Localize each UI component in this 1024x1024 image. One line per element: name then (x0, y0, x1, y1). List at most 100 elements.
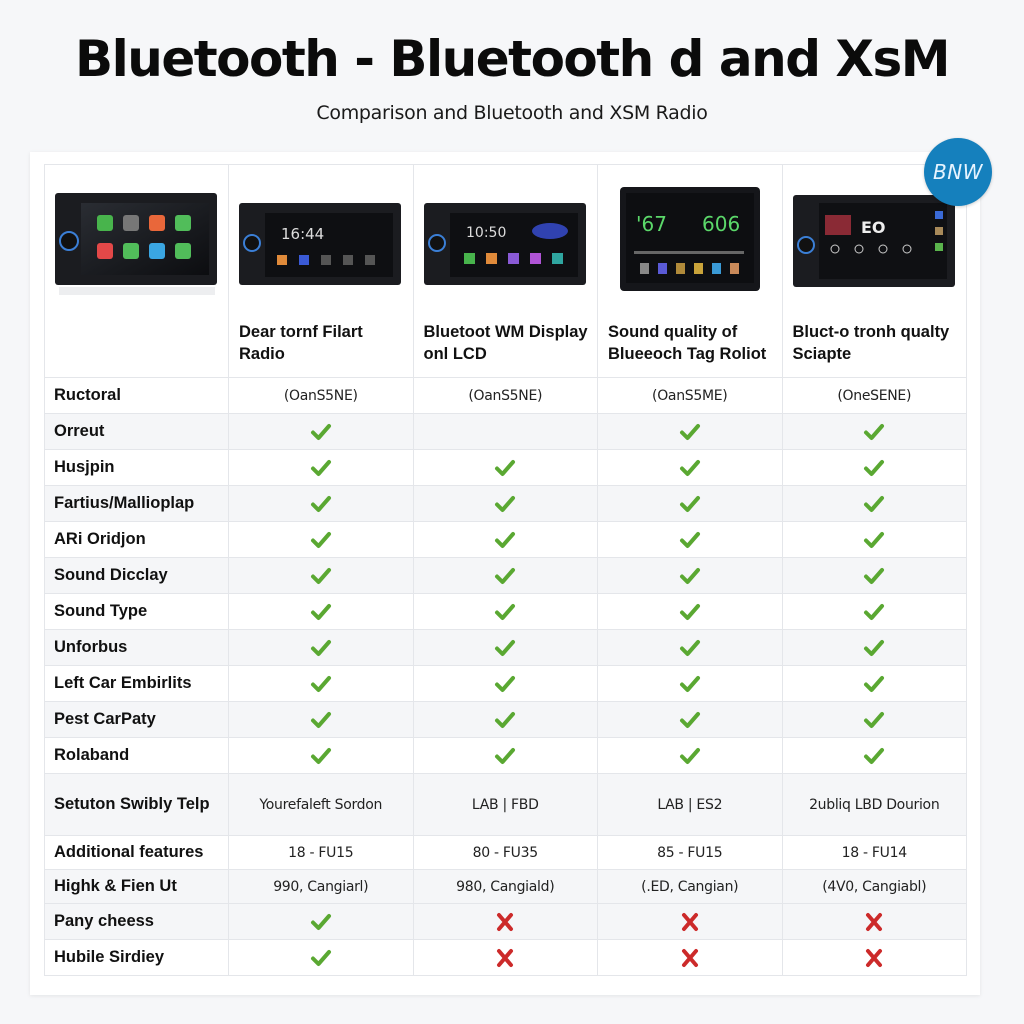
check-icon (495, 603, 516, 620)
comparison-card: 16:44 Dear tornf Filart Radio 10:50 Blue… (30, 152, 980, 995)
cell-check (228, 413, 414, 450)
feature-label: Sound Dicclay (44, 557, 229, 594)
cell-check (412, 449, 598, 486)
product-column-0 (44, 164, 229, 378)
cell-check (781, 665, 967, 702)
product-name: Bluetoot WM Display onl LCD (423, 323, 588, 363)
table-row: Additional features 18 - FU15 80 - FU35 85 … (44, 835, 967, 870)
cell-check (228, 939, 414, 976)
cell-check (597, 557, 783, 594)
check-icon (864, 567, 885, 584)
cell-value: (OneSENE) (781, 377, 967, 414)
cell-value: 2ubliq LBD Dourion (781, 773, 967, 836)
cross-icon (681, 948, 698, 967)
cell-cross (597, 903, 783, 940)
svg-text:'67: '67 (636, 212, 667, 236)
check-icon (864, 495, 885, 512)
table-row: Pany cheess (44, 903, 967, 940)
cell-check (228, 557, 414, 594)
cell-check (228, 485, 414, 522)
check-icon (864, 603, 885, 620)
feature-label: Rolaband (44, 737, 229, 774)
table-row: Hubile Sirdiey (44, 939, 967, 976)
check-icon (864, 531, 885, 548)
cell-check (781, 485, 967, 522)
cell-value: 80 - FU35 (412, 835, 598, 870)
cell-check (412, 629, 598, 666)
table-row: Left Car Embirlits (44, 665, 967, 702)
product-column-3: '67 606 Sound quality of Blueeoch Tag Ro… (597, 164, 783, 378)
cell-check (597, 521, 783, 558)
cell-check (228, 521, 414, 558)
cell-value: 18 - FU14 (781, 835, 967, 870)
check-icon (679, 603, 700, 620)
cell-check (412, 737, 598, 774)
feature-label: ARi Oridjon (44, 521, 229, 558)
cross-icon (866, 912, 883, 931)
svg-text:606: 606 (702, 212, 740, 236)
cell-cross (412, 939, 598, 976)
check-icon (310, 531, 331, 548)
feature-label: Hubile Sirdiey (44, 939, 229, 976)
cell-check (412, 485, 598, 522)
check-icon (679, 711, 700, 728)
feature-label: Pest CarPaty (44, 701, 229, 738)
feature-label: Husjpin (44, 449, 229, 486)
check-icon (495, 639, 516, 656)
cell-value: (OanS5NE) (228, 377, 414, 414)
cell-check (781, 521, 967, 558)
cell-value: (4V0, Cangiabl) (781, 869, 967, 904)
cell-value: 85 - FU15 (597, 835, 783, 870)
cell-check (781, 737, 967, 774)
cell-check (412, 701, 598, 738)
check-icon (864, 675, 885, 692)
check-icon (310, 567, 331, 584)
cell-check (781, 629, 967, 666)
cell-check (228, 629, 414, 666)
cross-icon (866, 948, 883, 967)
cell-check (228, 737, 414, 774)
cell-check (412, 665, 598, 702)
check-icon (864, 423, 885, 440)
feature-label: Highk & Fien Ut (44, 869, 229, 904)
cell-check (597, 593, 783, 630)
cell-check (228, 701, 414, 738)
cell-value: Yourefaleft Sordon (228, 773, 414, 836)
check-icon (864, 711, 885, 728)
cross-icon (497, 912, 514, 931)
check-icon (679, 639, 700, 656)
feature-label: Orreut (44, 413, 229, 450)
cell-check (781, 449, 967, 486)
cell-value: LAB | ES2 (597, 773, 783, 836)
check-icon (495, 567, 516, 584)
car-stereo-image: EO (792, 195, 955, 287)
cell-check (412, 593, 598, 630)
feature-label: Pany cheess (44, 903, 229, 940)
cell-cross (412, 903, 598, 940)
page-subtitle: Comparison and Bluetooth and XSM Radio (316, 102, 708, 124)
table-row: Fartius/Mallioplap (44, 485, 967, 522)
check-icon (310, 423, 331, 440)
cell-check (781, 701, 967, 738)
svg-text:10:50: 10:50 (466, 225, 506, 241)
car-stereo-image (55, 193, 217, 295)
product-column-2: 10:50 Bluetoot WM Display onl LCD (412, 164, 598, 378)
check-icon (310, 639, 331, 656)
check-icon (679, 747, 700, 764)
cell-value: LAB | FBD (412, 773, 598, 836)
cell-check (781, 593, 967, 630)
cell-value: 18 - FU15 (228, 835, 414, 870)
table-row: Rolaband (44, 737, 967, 774)
cell-check (597, 701, 783, 738)
check-icon (495, 459, 516, 476)
check-icon (679, 495, 700, 512)
table-row: Sound Dicclay (44, 557, 967, 594)
car-stereo-image: 10:50 (423, 203, 586, 285)
cell-check (597, 629, 783, 666)
cell-check (228, 593, 414, 630)
brand-badge: BNW (924, 138, 992, 206)
check-icon (310, 949, 331, 966)
cell-check (597, 413, 783, 450)
cell-check (228, 449, 414, 486)
cell-cross (597, 939, 783, 976)
